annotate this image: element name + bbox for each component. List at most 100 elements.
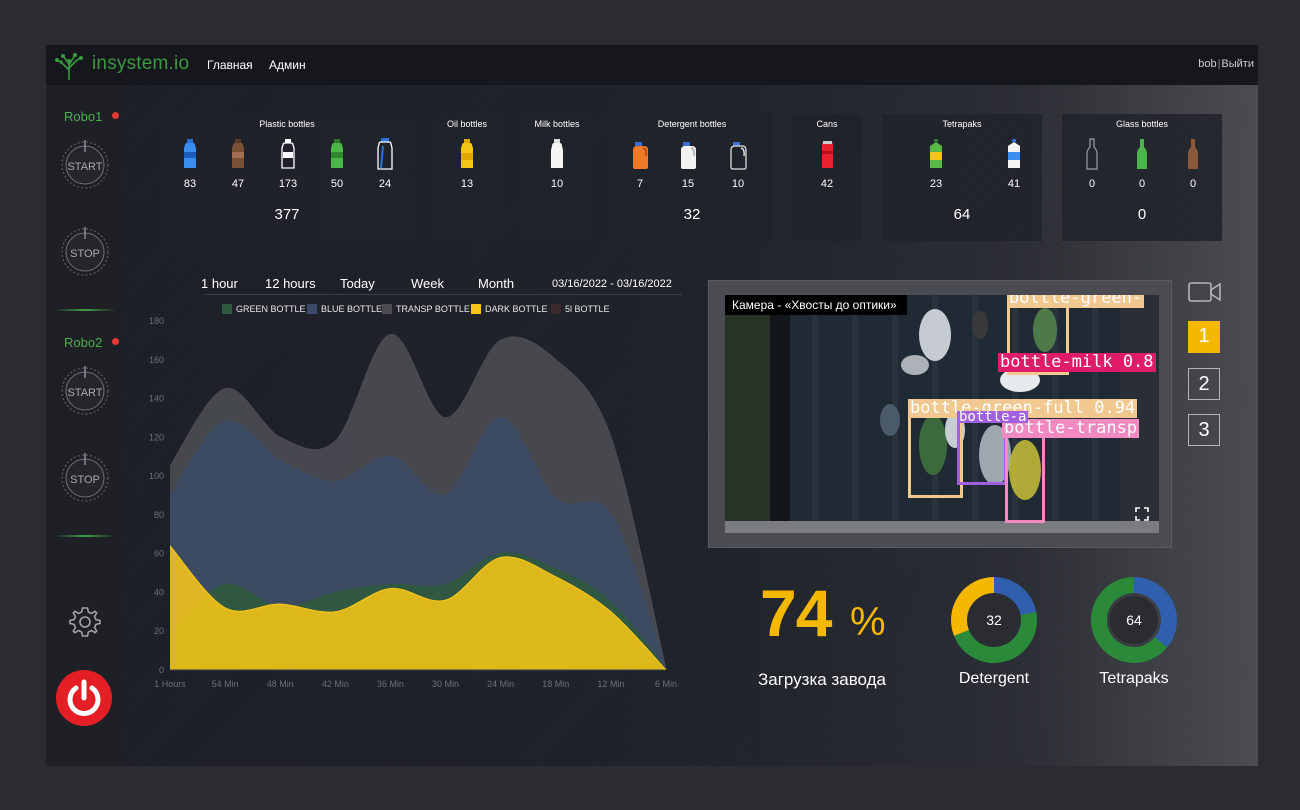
y-tick-label: 180 [149, 316, 164, 326]
item-count: 15 [681, 178, 695, 190]
camera-1-button[interactable]: 1 [1188, 321, 1220, 353]
filter-month[interactable]: Month [478, 276, 514, 291]
item-count: 24 [378, 178, 392, 190]
nav-admin[interactable]: Админ [269, 58, 306, 72]
plant-load-unit: % [850, 600, 886, 644]
robo2-label: Robo2 [64, 335, 103, 350]
clear-glass-bottle-icon [1086, 138, 1098, 170]
green-glass-bottle-icon [1137, 139, 1147, 169]
camera-title: Камера - «Хвосты до оптики» [725, 295, 907, 315]
robo1-start-label: START [67, 161, 102, 173]
robo1-stop-button[interactable]: STOP [60, 227, 110, 277]
card-total: 32 [683, 206, 701, 223]
robo-divider-2 [54, 535, 116, 537]
x-tick-label: 36 Min [377, 679, 404, 689]
orange-detergent-icon [633, 142, 648, 169]
camera-2-button[interactable]: 2 [1188, 368, 1220, 400]
x-tick-label: 48 Min [267, 679, 294, 689]
user-area: bob|Выйти [1198, 58, 1254, 70]
y-tick-label: 100 [149, 471, 164, 481]
item-count: 173 [278, 178, 298, 190]
filter-week[interactable]: Week [411, 276, 444, 291]
card-title: Plastic bottles [259, 119, 315, 129]
robo2-stop-button[interactable]: STOP [60, 453, 110, 503]
plant-load-value: 74 [760, 576, 832, 650]
item-count: 83 [183, 178, 197, 190]
chart-header-divider [204, 294, 682, 295]
robo1-status-dot [112, 112, 119, 119]
x-tick-label: 12 Min [597, 679, 624, 689]
y-tick-label: 160 [149, 355, 164, 365]
robo2-status-dot [112, 338, 119, 345]
milk-tetrapak-icon [1008, 139, 1020, 168]
brown-glass-bottle-icon [1188, 139, 1198, 169]
x-tick-label: 30 Min [432, 679, 459, 689]
x-tick-label: 54 Min [212, 679, 239, 689]
card-milk-bottles: Milk bottles 10 [522, 114, 592, 241]
detergent-donut-label: Detergent [958, 670, 1030, 687]
item-count: 0 [1189, 178, 1197, 190]
power-button[interactable] [56, 670, 112, 726]
x-tick-label: 18 Min [542, 679, 569, 689]
card-glass-bottles: Glass bottles 0 0 0 0 [1062, 114, 1222, 241]
card-tetrapaks: Tetrapaks 23 41 64 [882, 114, 1042, 241]
video-camera-icon[interactable] [1188, 280, 1222, 304]
card-title: Cans [816, 119, 838, 129]
nav-home[interactable]: Главная [207, 58, 253, 72]
detection-label: bottle-milk 0.8 [998, 352, 1156, 372]
item-count: 0 [1138, 178, 1146, 190]
brown-bottle-icon [232, 139, 244, 168]
logout-link[interactable]: Выйти [1221, 58, 1254, 70]
card-total: 0 [1137, 206, 1147, 223]
donut-value: 64 [1126, 612, 1142, 628]
card-title: Glass bottles [1115, 119, 1169, 129]
card-oil-bottles: Oil bottles 13 [432, 114, 502, 241]
filter-1-hour[interactable]: 1 hour [201, 276, 238, 291]
can-icon [822, 141, 833, 168]
robo1-label: Robo1 [64, 109, 103, 124]
area-chart: 0 20 40 60 80 100 120 140 160 180 1 Hours 54 Min 48 … [149, 316, 677, 689]
power-icon [67, 679, 101, 716]
robo1-stop-label: STOP [70, 248, 100, 260]
card-title: Detergent bottles [657, 119, 727, 129]
detection-box-transp [1005, 430, 1045, 523]
milk-bottle-icon [551, 139, 563, 168]
card-detergent-bottles: Detergent bottles 7 15 10 32 [612, 114, 772, 241]
card-total: 377 [274, 206, 300, 223]
item-count: 47 [231, 178, 245, 190]
dashboard-window: insystem.io Главная Админ bob|Выйти Robo… [46, 45, 1258, 766]
item-count: 0 [1088, 178, 1096, 190]
robo2-stop-label: STOP [70, 474, 100, 486]
white-detergent-icon [681, 142, 696, 169]
username: bob [1198, 58, 1217, 70]
robo2-start-button[interactable]: START [60, 366, 110, 416]
x-tick-label: 1 Hours [154, 679, 186, 689]
y-tick-label: 0 [159, 665, 164, 675]
x-tick-label: 42 Min [322, 679, 349, 689]
filter-today[interactable]: Today [340, 276, 375, 291]
camera-feed: bottle-green- bottle-milk 0.8 bottle-gre… [725, 295, 1159, 533]
logo-text[interactable]: insystem.io [92, 53, 189, 75]
detection-label: bottle-a [957, 409, 1029, 425]
fullscreen-icon[interactable] [1135, 507, 1149, 521]
robo1-start-button[interactable]: START [60, 140, 110, 190]
sidebar: Robo1 START STOP Robo2 START STOP [46, 85, 124, 766]
detection-box-bottle [957, 415, 1007, 485]
y-tick-label: 40 [154, 587, 164, 597]
blue-bottle-icon [184, 139, 196, 168]
camera-3-button[interactable]: 3 [1188, 414, 1220, 446]
filter-12-hours[interactable]: 12 hours [265, 276, 316, 291]
camera-panel: bottle-green- bottle-milk 0.8 bottle-gre… [708, 280, 1172, 548]
y-tick-label: 80 [154, 510, 164, 520]
date-range-picker[interactable]: 03/16/2022 - 03/16/2022 [552, 278, 672, 290]
oil-bottle-icon [461, 139, 473, 168]
large-water-bottle-icon [377, 138, 393, 170]
item-count: 10 [550, 178, 564, 190]
robo-divider [54, 309, 116, 311]
donut-value: 32 [986, 612, 1002, 628]
y-tick-label: 20 [154, 626, 164, 636]
detection-label: bottle-green- [1007, 295, 1145, 308]
gear-icon[interactable] [68, 605, 102, 639]
item-count: 41 [1007, 178, 1021, 190]
item-count: 10 [731, 178, 745, 190]
